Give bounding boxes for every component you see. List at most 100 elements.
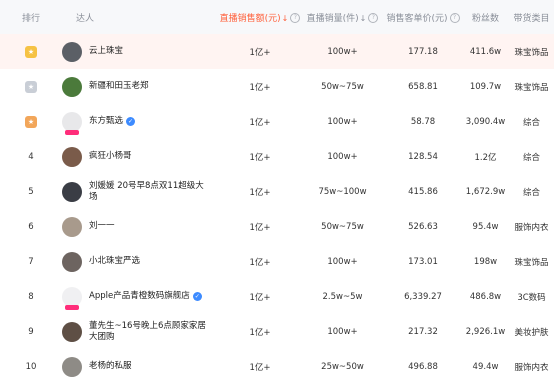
table-body: ★ 云上珠宝 1亿+ 100w+ 177.18 411.6w 珠宝饰品 ★ 新疆… xyxy=(0,34,554,384)
table-row[interactable]: 5 刘媛媛 20号早8点双11超级大场 1亿+ 75w~100w 415.86 … xyxy=(0,174,554,209)
rank-number: 7 xyxy=(28,256,34,267)
table-row[interactable]: ★ 新疆和田玉老郑 1亿+ 50w~75w 658.81 109.7w 珠宝饰品 xyxy=(0,69,554,104)
name-cell[interactable]: 小北珠宝严选 xyxy=(62,251,219,272)
help-icon[interactable]: ? xyxy=(368,13,379,23)
avatar[interactable] xyxy=(62,41,82,62)
header-fans: 粉丝数 xyxy=(471,13,499,24)
help-icon[interactable]: ? xyxy=(449,13,460,23)
avatar[interactable] xyxy=(62,251,82,272)
rank-number: 6 xyxy=(28,221,34,232)
live-volume-cell: 100w+ xyxy=(327,326,358,337)
streamer-name[interactable]: 董先生~16号晚上6点顾家家居大团购 xyxy=(89,321,211,343)
name-cell[interactable]: 东方甄选 ✓ xyxy=(62,111,219,135)
category-cell: 珠宝饰品 xyxy=(514,47,549,58)
category-cell: 服饰内衣 xyxy=(514,362,549,373)
header-live-volume-label: 直播销量(件) xyxy=(306,13,359,24)
streamer-name[interactable]: Apple产品青橙数码旗舰店 xyxy=(89,291,190,302)
table-row[interactable]: ★ 东方甄选 ✓ 1亿+ 100w+ 58.78 3,090.4w 综合 xyxy=(0,104,554,139)
avatar[interactable] xyxy=(62,146,82,167)
live-volume-cell: 100w+ xyxy=(327,151,358,162)
ranking-table: 排行 达人 直播销售额(元)↓? 直播销量(件)↓? 销售客单价(元)? 粉丝数… xyxy=(0,0,554,384)
avg-price-cell: 128.54 xyxy=(408,151,438,162)
live-volume-cell: 100w+ xyxy=(327,116,358,127)
name-cell[interactable]: 刘媛媛 20号早8点双11超级大场 xyxy=(62,181,219,203)
streamer-name[interactable]: 小北珠宝严选 xyxy=(89,256,140,267)
table-row[interactable]: 10 老杨的私服 1亿+ 25w~50w 496.88 49.4w 服饰内衣 xyxy=(0,349,554,384)
header-name: 达人 xyxy=(76,13,95,24)
avatar[interactable] xyxy=(62,356,82,377)
sort-icon[interactable]: ↓ xyxy=(360,14,367,23)
avatar[interactable] xyxy=(62,76,82,97)
avatar[interactable] xyxy=(62,286,82,310)
name-cell[interactable]: 云上珠宝 xyxy=(62,41,219,62)
name-cell[interactable]: 疯狂小杨哥 xyxy=(62,146,219,167)
table-row[interactable]: 7 小北珠宝严选 1亿+ 100w+ 173.01 198w 珠宝饰品 xyxy=(0,244,554,279)
category-cell: 综合 xyxy=(522,187,540,198)
live-sales-cell: 1亿+ xyxy=(249,82,271,93)
sort-desc-icon[interactable]: ↓ xyxy=(282,14,289,23)
avatar[interactable] xyxy=(62,181,82,202)
fans-cell: 411.6w xyxy=(469,46,502,57)
live-sales-cell: 1亿+ xyxy=(249,292,271,303)
avg-price-cell: 496.88 xyxy=(408,361,438,372)
rank-cell: 9 xyxy=(0,327,62,337)
rank-medal-icon: ★ xyxy=(25,80,37,93)
streamer-name[interactable]: 东方甄选 xyxy=(89,116,123,127)
fans-cell: 3,090.4w xyxy=(465,116,506,127)
streamer-name[interactable]: 疯狂小杨哥 xyxy=(89,151,132,162)
avatar[interactable] xyxy=(62,321,82,342)
fans-cell: 486.8w xyxy=(469,291,502,302)
rank-number: 9 xyxy=(28,326,34,337)
name-cell[interactable]: 老杨的私服 xyxy=(62,356,219,377)
live-volume-cell: 100w+ xyxy=(327,46,358,57)
rank-cell: 10 xyxy=(0,362,62,372)
live-tag xyxy=(65,304,79,310)
header-live-sales-label: 直播销售额(元) xyxy=(219,13,281,24)
streamer-name[interactable]: 云上珠宝 xyxy=(89,46,123,57)
header-rank: 排行 xyxy=(21,13,40,24)
live-volume-cell: 25w~50w xyxy=(321,361,364,372)
fans-cell: 109.7w xyxy=(469,81,502,92)
category-cell: 美妆护肤 xyxy=(514,327,549,338)
table-row[interactable]: 8 Apple产品青橙数码旗舰店 ✓ 1亿+ 2.5w~5w 6,339.27 4… xyxy=(0,279,554,314)
live-sales-cell: 1亿+ xyxy=(249,327,271,338)
rank-cell: 7 xyxy=(0,257,62,267)
header-live-volume[interactable]: 直播销量(件)↓? xyxy=(301,11,384,24)
rank-number: 5 xyxy=(28,186,34,197)
avatar[interactable] xyxy=(62,111,82,135)
table-row[interactable]: 9 董先生~16号晚上6点顾家家居大团购 1亿+ 100w+ 217.32 2,… xyxy=(0,314,554,349)
rank-cell: 8 xyxy=(0,292,62,302)
streamer-name[interactable]: 新疆和田玉老郑 xyxy=(89,81,149,92)
header-live-sales[interactable]: 直播销售额(元)↓? xyxy=(219,11,301,24)
live-volume-cell: 50w~75w xyxy=(321,221,364,232)
name-cell[interactable]: Apple产品青橙数码旗舰店 ✓ xyxy=(62,286,219,310)
live-sales-cell: 1亿+ xyxy=(249,257,271,268)
rank-cell: 4 xyxy=(0,152,62,162)
streamer-name[interactable]: 刘一一 xyxy=(89,221,115,232)
category-cell: 服饰内衣 xyxy=(514,222,549,233)
live-sales-cell: 1亿+ xyxy=(249,117,271,128)
rank-number: 8 xyxy=(28,291,34,302)
rank-cell: ★ xyxy=(0,115,62,128)
live-tag xyxy=(65,129,79,135)
table-row[interactable]: 6 刘一一 1亿+ 50w~75w 526.63 95.4w 服饰内衣 xyxy=(0,209,554,244)
name-cell[interactable]: 新疆和田玉老郑 xyxy=(62,76,219,97)
name-cell[interactable]: 刘一一 xyxy=(62,216,219,237)
fans-cell: 95.4w xyxy=(472,221,499,232)
verified-icon: ✓ xyxy=(126,117,136,126)
avg-price-cell: 658.81 xyxy=(408,81,438,92)
table-row[interactable]: ★ 云上珠宝 1亿+ 100w+ 177.18 411.6w 珠宝饰品 xyxy=(0,34,554,69)
avatar[interactable] xyxy=(62,216,82,237)
category-cell: 珠宝饰品 xyxy=(514,257,549,268)
table-row[interactable]: 4 疯狂小杨哥 1亿+ 100w+ 128.54 1.2亿 综合 xyxy=(0,139,554,174)
help-icon[interactable]: ? xyxy=(290,13,301,23)
streamer-name[interactable]: 老杨的私服 xyxy=(89,361,132,372)
category-cell: 3C数码 xyxy=(517,292,546,303)
rank-number: 4 xyxy=(28,151,34,162)
streamer-name[interactable]: 刘媛媛 20号早8点双11超级大场 xyxy=(89,181,211,203)
name-cell[interactable]: 董先生~16号晚上6点顾家家居大团购 xyxy=(62,321,219,343)
header-avg-price[interactable]: 销售客单价(元)? xyxy=(384,11,462,24)
category-cell: 综合 xyxy=(522,117,540,128)
live-sales-cell: 1亿+ xyxy=(249,152,271,163)
avg-price-cell: 526.63 xyxy=(408,221,438,232)
